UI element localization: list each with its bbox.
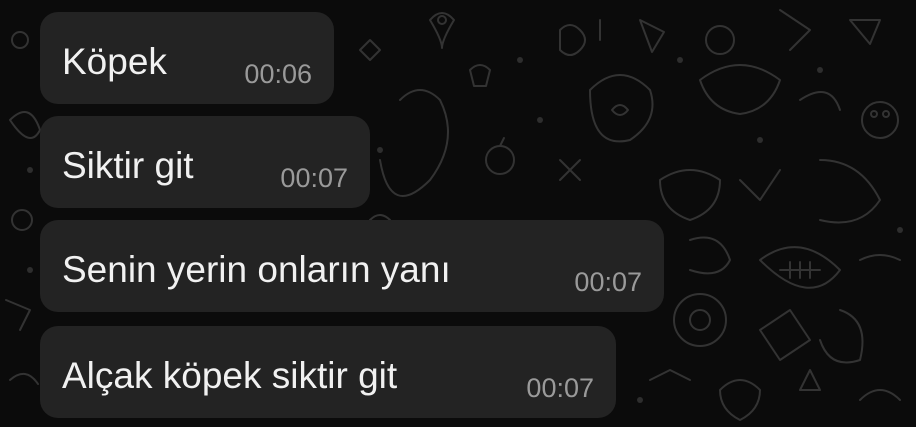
message-timestamp: 00:06: [244, 59, 312, 89]
message-bubble[interactable]: Senin yerin onların yanı 00:07: [40, 220, 664, 312]
message-timestamp: 00:07: [574, 267, 642, 297]
message-timestamp: 00:07: [526, 373, 594, 403]
message-text: Köpek: [62, 41, 167, 82]
message-bubble[interactable]: Siktir git 00:07: [40, 116, 370, 208]
message-bubble[interactable]: Alçak köpek siktir git 00:07: [40, 326, 616, 418]
message-bubble[interactable]: Köpek 00:06: [40, 12, 334, 104]
message-text: Siktir git: [62, 145, 194, 186]
message-timestamp: 00:07: [280, 163, 348, 193]
message-text: Alçak köpek siktir git: [62, 355, 398, 396]
message-text: Senin yerin onların yanı: [62, 249, 451, 290]
